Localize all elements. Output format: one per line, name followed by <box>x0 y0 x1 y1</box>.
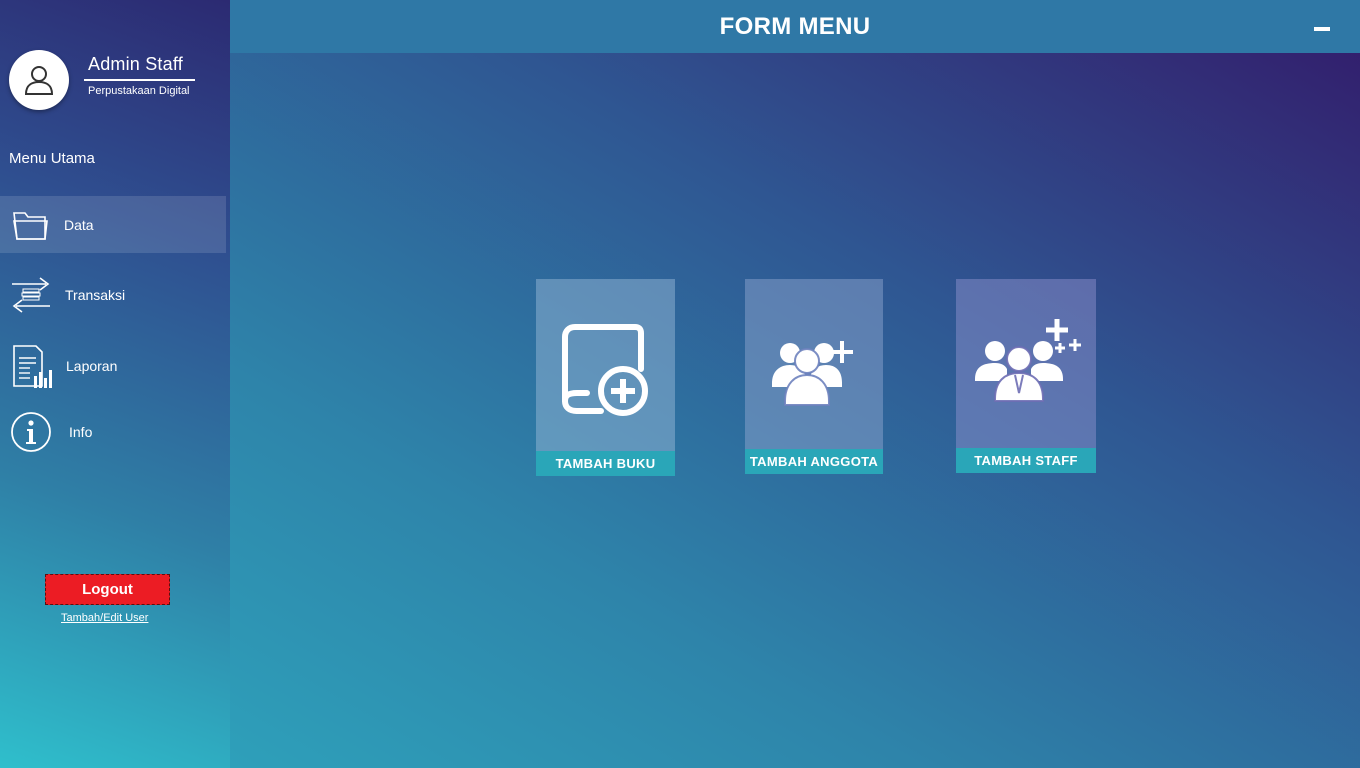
user-icon <box>24 66 54 95</box>
sidebar-item-label: Data <box>64 216 94 233</box>
menu-title: Menu Utama <box>9 150 95 167</box>
sidebar-item-laporan[interactable]: Laporan <box>0 337 226 394</box>
sidebar-item-label: Laporan <box>66 357 118 374</box>
edit-user-link[interactable]: Tambah/Edit User <box>61 612 148 624</box>
user-divider <box>84 79 195 81</box>
header: FORM MENU <box>230 0 1360 53</box>
report-icon <box>10 343 52 389</box>
user-name: Admin Staff <box>88 54 183 74</box>
main-area: FORM MENU TAMBAH BUKU TAMBAH ANGGOTA TAM… <box>230 0 1360 768</box>
sidebar-item-transaksi[interactable]: Transaksi <box>0 266 226 323</box>
sidebar-item-data[interactable]: Data <box>0 196 226 253</box>
sidebar-item-label: Info <box>69 423 93 440</box>
add-staff-icon <box>956 317 1096 403</box>
add-book-tile[interactable]: TAMBAH BUKU <box>536 279 675 476</box>
add-book-icon <box>536 323 675 419</box>
tile-label: TAMBAH BUKU <box>536 451 675 476</box>
folder-icon <box>10 202 52 248</box>
transfer-icon <box>10 272 52 318</box>
sidebar: Admin Staff Perpustakaan Digital Menu Ut… <box>0 0 230 768</box>
sidebar-item-info[interactable]: Info <box>0 403 226 460</box>
tile-label: TAMBAH ANGGOTA <box>745 449 883 474</box>
info-icon <box>10 409 52 455</box>
user-subtitle: Perpustakaan Digital <box>88 85 190 97</box>
logout-button[interactable]: Logout <box>45 574 170 605</box>
add-member-icon <box>745 337 883 407</box>
minimize-button[interactable] <box>1314 27 1330 31</box>
add-staff-tile[interactable]: TAMBAH STAFF <box>956 279 1096 473</box>
sidebar-item-label: Transaksi <box>65 286 126 303</box>
avatar[interactable] <box>9 50 69 110</box>
page-title: FORM MENU <box>719 12 871 40</box>
add-member-tile[interactable]: TAMBAH ANGGOTA <box>745 279 883 474</box>
tile-label: TAMBAH STAFF <box>956 448 1096 473</box>
